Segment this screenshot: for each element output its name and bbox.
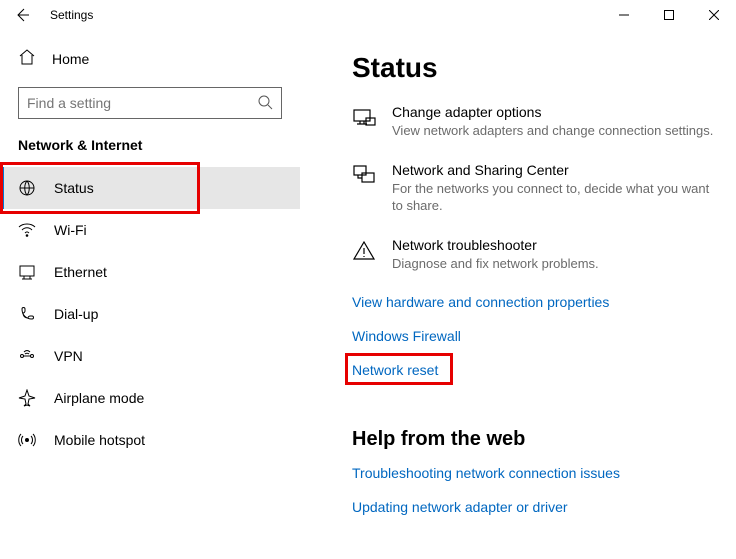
option-troubleshooter[interactable]: Network troubleshooter Diagnose and fix … <box>352 237 720 273</box>
dialup-icon <box>18 305 36 323</box>
option-change-adapter[interactable]: Change adapter options View network adap… <box>352 104 720 140</box>
nav-vpn[interactable]: VPN <box>0 335 300 377</box>
nav-label: Wi-Fi <box>54 222 87 238</box>
nav-label: Dial-up <box>54 306 98 322</box>
warning-icon <box>352 239 376 273</box>
option-sharing-center[interactable]: Network and Sharing Center For the netwo… <box>352 162 720 215</box>
back-button[interactable] <box>12 7 32 23</box>
search-box[interactable] <box>18 87 282 119</box>
ethernet-icon <box>18 263 36 281</box>
status-icon <box>18 179 36 197</box>
nav-airplane[interactable]: Airplane mode <box>0 377 300 419</box>
search-input[interactable] <box>27 95 257 111</box>
help-link-troubleshoot[interactable]: Troubleshooting network connection issue… <box>352 465 620 481</box>
page-title: Status <box>352 52 720 84</box>
home-label: Home <box>52 51 89 67</box>
airplane-icon <box>18 389 36 407</box>
option-title: Network and Sharing Center <box>392 162 720 178</box>
help-link-update-adapter[interactable]: Updating network adapter or driver <box>352 499 568 515</box>
option-desc: For the networks you connect to, decide … <box>392 180 720 215</box>
option-desc: View network adapters and change connect… <box>392 122 713 140</box>
maximize-button[interactable] <box>646 0 691 30</box>
adapter-icon <box>352 106 376 140</box>
nav-hotspot[interactable]: Mobile hotspot <box>0 419 300 461</box>
option-title: Change adapter options <box>392 104 713 120</box>
wifi-icon <box>18 221 36 239</box>
help-header: Help from the web <box>352 428 720 451</box>
nav-label: VPN <box>54 348 83 364</box>
nav-dialup[interactable]: Dial-up <box>0 293 300 335</box>
nav-label: Status <box>54 180 94 196</box>
nav-status[interactable]: Status <box>0 167 300 209</box>
option-title: Network troubleshooter <box>392 237 599 253</box>
close-button[interactable] <box>691 0 736 30</box>
window-title: Settings <box>50 8 93 22</box>
search-icon <box>257 94 273 113</box>
vpn-icon <box>18 347 36 365</box>
home-icon <box>18 48 36 69</box>
link-windows-firewall[interactable]: Windows Firewall <box>352 328 461 344</box>
home-nav[interactable]: Home <box>0 40 300 77</box>
nav-label: Ethernet <box>54 264 107 280</box>
sharing-icon <box>352 164 376 215</box>
hotspot-icon <box>18 431 36 449</box>
nav-wifi[interactable]: Wi-Fi <box>0 209 300 251</box>
link-hardware-properties[interactable]: View hardware and connection properties <box>352 294 609 310</box>
nav-label: Airplane mode <box>54 390 144 406</box>
section-header: Network & Internet <box>0 137 300 167</box>
link-network-reset[interactable]: Network reset <box>352 362 438 378</box>
nav-ethernet[interactable]: Ethernet <box>0 251 300 293</box>
minimize-button[interactable] <box>601 0 646 30</box>
option-desc: Diagnose and fix network problems. <box>392 255 599 273</box>
nav-label: Mobile hotspot <box>54 432 145 448</box>
